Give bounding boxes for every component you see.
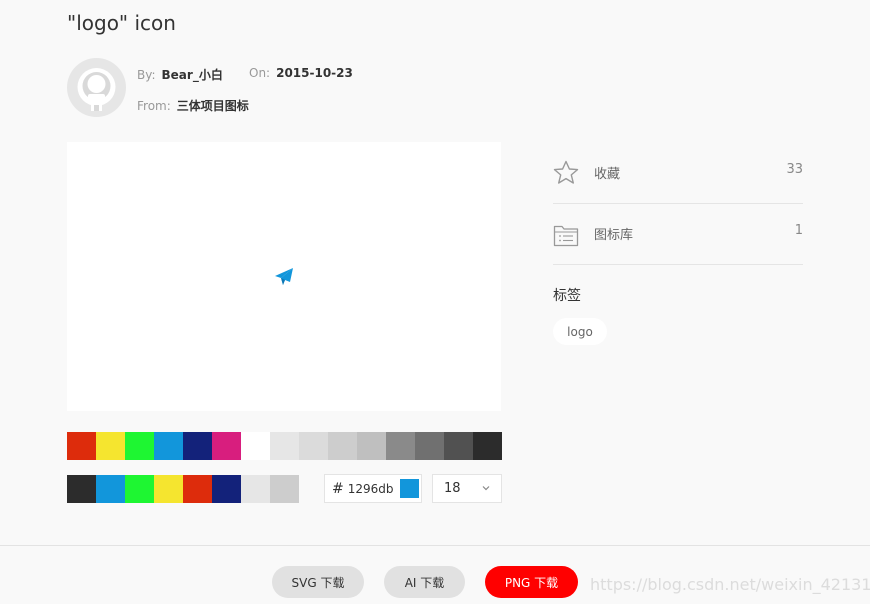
color-swatch[interactable]: [67, 432, 96, 460]
from-label: From:: [137, 99, 171, 113]
chevron-down-icon: [482, 486, 490, 491]
size-select[interactable]: 18: [432, 474, 502, 503]
color-swatch[interactable]: [444, 432, 473, 460]
upload-date: 2015-10-23: [276, 66, 353, 80]
color-palette-row-1: [67, 432, 502, 460]
source-project[interactable]: 三体项目图标: [177, 99, 249, 113]
library-label: 图标库: [594, 228, 634, 243]
on-label: On:: [249, 66, 271, 80]
color-swatch[interactable]: [183, 475, 212, 503]
author-line: By: Bear_小白: [137, 66, 223, 83]
icon-preview: [67, 142, 501, 411]
favorite-row[interactable]: 收藏 33: [553, 141, 803, 204]
png-download-button[interactable]: PNG 下载: [485, 566, 578, 598]
color-swatch[interactable]: [125, 432, 154, 460]
library-row[interactable]: 图标库 1: [553, 202, 803, 265]
star-icon[interactable]: [553, 160, 579, 186]
color-swatch[interactable]: [154, 432, 183, 460]
author-name[interactable]: Bear_小白: [162, 68, 223, 82]
color-swatch[interactable]: [67, 475, 96, 503]
footer-divider: [0, 545, 870, 546]
color-swatch[interactable]: [154, 475, 183, 503]
color-swatch[interactable]: [212, 475, 241, 503]
color-swatch[interactable]: [415, 432, 444, 460]
color-swatch[interactable]: [125, 475, 154, 503]
folder-list-icon[interactable]: [553, 223, 579, 247]
color-swatch[interactable]: [270, 432, 299, 460]
color-swatch[interactable]: [299, 432, 328, 460]
color-swatch[interactable]: [96, 475, 125, 503]
color-swatch[interactable]: [473, 432, 502, 460]
color-hex-value[interactable]: 1296db: [348, 482, 400, 496]
favorite-label: 收藏: [594, 167, 621, 182]
library-count: 1: [794, 223, 803, 238]
svg-download-button[interactable]: SVG 下载: [272, 566, 364, 598]
color-palette-row-2: [67, 475, 299, 503]
color-swatch[interactable]: [183, 432, 212, 460]
favorite-count: 33: [786, 162, 803, 177]
tag-logo[interactable]: logo: [553, 318, 607, 345]
color-swatch[interactable]: [328, 432, 357, 460]
color-swatch[interactable]: [96, 432, 125, 460]
paper-plane-icon: [275, 268, 293, 285]
astronaut-avatar-icon: [77, 68, 116, 111]
color-swatch[interactable]: [270, 475, 299, 503]
source-line: From: 三体项目图标: [137, 97, 249, 114]
selected-color-swatch[interactable]: [399, 479, 419, 498]
avatar[interactable]: [67, 58, 126, 117]
color-swatch[interactable]: [357, 432, 386, 460]
color-swatch[interactable]: [386, 432, 415, 460]
color-swatch[interactable]: [241, 432, 270, 460]
tags-heading: 标签: [553, 288, 581, 304]
watermark-url: https://blog.csdn.net/weixin_42131805: [590, 575, 870, 594]
color-swatch[interactable]: [241, 475, 270, 503]
hash-symbol: #: [332, 480, 344, 497]
page-title: "logo" icon: [67, 11, 176, 35]
color-hex-input[interactable]: # 1296db: [324, 474, 422, 503]
by-label: By:: [137, 68, 156, 82]
color-swatch[interactable]: [212, 432, 241, 460]
ai-download-button[interactable]: AI 下载: [384, 566, 465, 598]
size-value: 18: [444, 481, 461, 496]
date-line: On: 2015-10-23: [249, 66, 353, 80]
